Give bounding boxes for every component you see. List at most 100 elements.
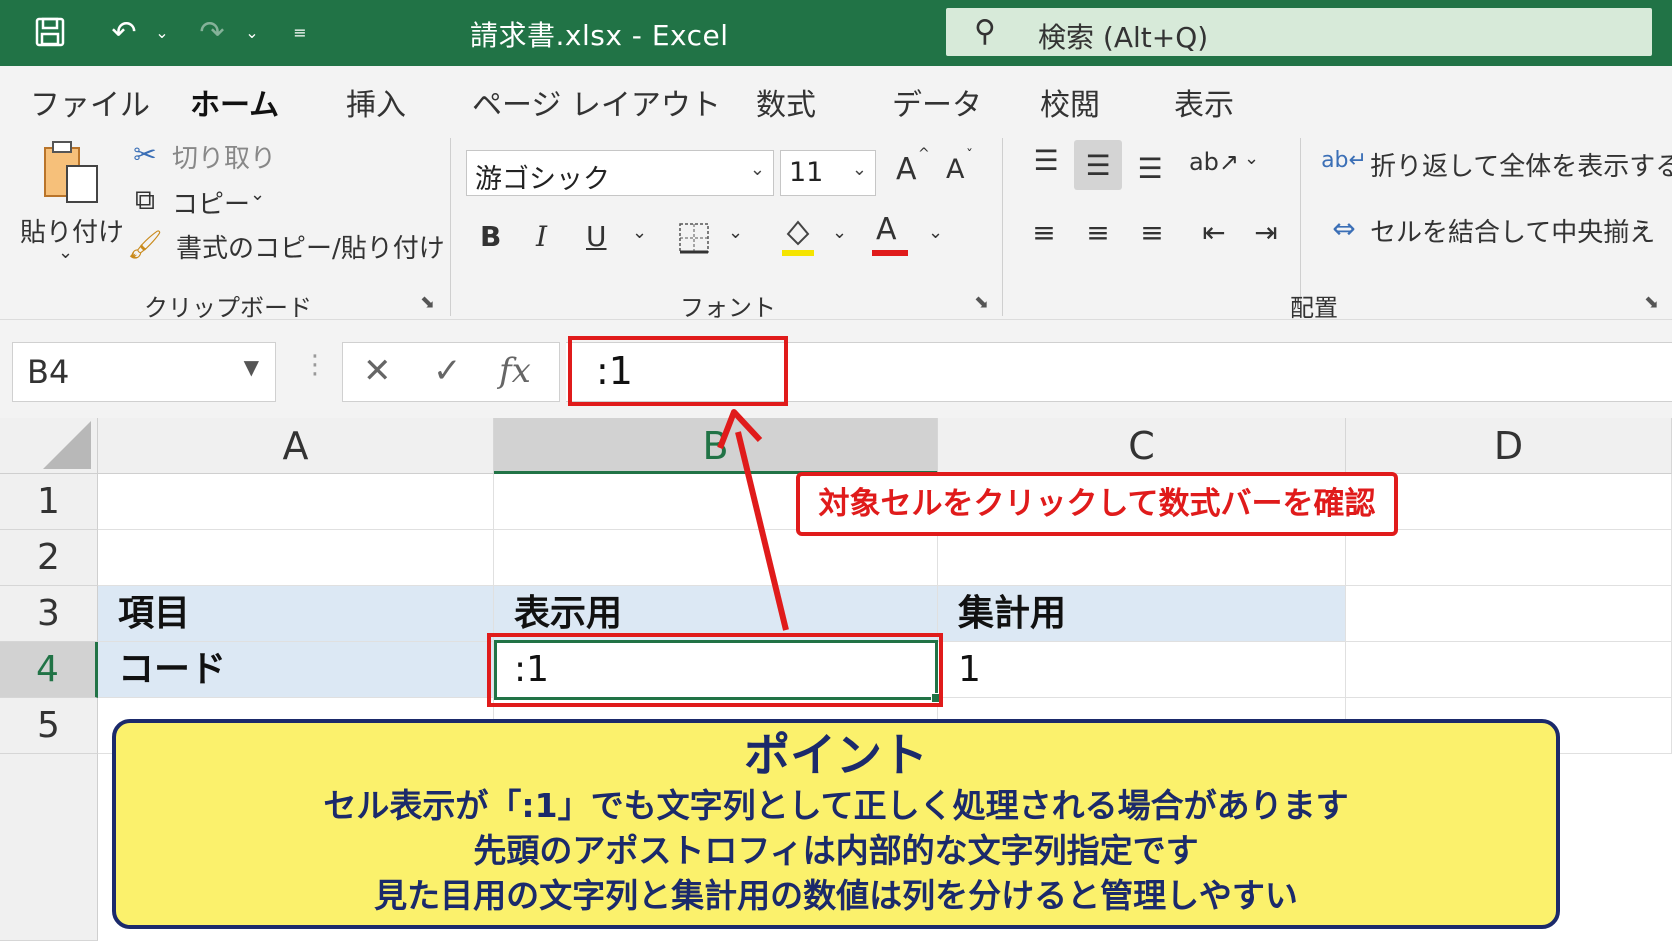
copy-button[interactable]: コピー	[172, 184, 250, 221]
column-header-a[interactable]: A	[98, 418, 494, 474]
cell-c4[interactable]: 1	[938, 642, 1346, 698]
column-header-c[interactable]: C	[938, 418, 1346, 474]
font-size-select[interactable]: 11 ⌄	[780, 150, 876, 196]
point-note: ポイント セル表示が「:1」でも文字列として正しく処理される場合があります 先頭…	[112, 719, 1560, 929]
redo-icon[interactable]: ↷	[192, 12, 232, 52]
chevron-down-icon: ▼	[243, 355, 259, 379]
redo-dropdown-icon[interactable]: ⌄	[242, 12, 262, 52]
cut-button[interactable]: 切り取り	[172, 138, 276, 175]
row-header-2[interactable]: 2	[0, 530, 98, 586]
tab-file[interactable]: ファイル	[30, 80, 150, 124]
tab-insert[interactable]: 挿入	[346, 80, 406, 124]
font-group-label: フォント	[680, 294, 776, 322]
search-icon: ⚲	[974, 14, 996, 49]
shrink-font-caret-icon: ˇ	[966, 148, 973, 164]
point-line-2: 先頭のアポストロフィは内部的な文字列指定です	[473, 831, 1199, 870]
ribbon-separator	[450, 138, 451, 316]
point-title: ポイント	[744, 728, 928, 782]
ribbon: 貼り付け ⌄ ✂ 切り取り ⧉ コピー ⌄ 🖌 書式のコピー/貼り付け クリップ…	[0, 128, 1672, 322]
fill-color-icon[interactable]	[780, 214, 816, 258]
undo-icon[interactable]: ↶	[104, 12, 144, 52]
customize-toolbar-icon[interactable]: ≡	[290, 12, 310, 52]
row-header-extra	[0, 754, 98, 941]
column-header-b[interactable]: B	[494, 418, 938, 474]
paste-dropdown-icon[interactable]: ⌄	[58, 242, 73, 263]
cell-c2[interactable]	[938, 530, 1346, 586]
grow-font-caret-icon: ^	[918, 146, 930, 162]
cell-a4[interactable]: コード	[98, 642, 494, 698]
align-top-icon[interactable]: ☰	[1026, 140, 1066, 180]
font-color-button[interactable]: A	[876, 212, 897, 247]
fill-color-dropdown-icon[interactable]: ⌄	[832, 222, 847, 243]
cell-d3[interactable]	[1346, 586, 1672, 642]
row-header-5[interactable]: 5	[0, 698, 98, 754]
decrease-indent-icon[interactable]: ⇤	[1194, 212, 1234, 252]
row-header-3[interactable]: 3	[0, 586, 98, 642]
borders-dropdown-icon[interactable]: ⌄	[728, 222, 743, 243]
tab-page-layout[interactable]: ページ レイアウト	[472, 80, 721, 124]
cell-b2[interactable]	[494, 530, 938, 586]
cell-a2[interactable]	[98, 530, 494, 586]
cell-a1[interactable]	[98, 474, 494, 530]
search-placeholder: 検索 (Alt+Q)	[1038, 21, 1209, 54]
undo-dropdown-icon[interactable]: ⌄	[152, 12, 172, 52]
grow-font-button[interactable]: A	[896, 152, 917, 187]
font-color-swatch	[872, 250, 908, 256]
paste-icon[interactable]	[36, 138, 106, 208]
formula-bar: B4 ▼ ⋮ ✕ ✓ fx :1	[0, 320, 1672, 418]
cell-a3[interactable]: 項目	[98, 586, 494, 642]
merge-center-button[interactable]: セルを結合して中央揃え	[1370, 212, 1655, 249]
align-center-icon[interactable]: ≡	[1078, 212, 1118, 252]
alignment-launcher-icon[interactable]: ⬊	[1644, 292, 1659, 313]
orientation-icon[interactable]: ab↗	[1189, 142, 1239, 182]
name-box[interactable]: B4 ▼	[12, 342, 276, 402]
copy-dropdown-icon[interactable]: ⌄	[250, 184, 265, 205]
font-name-value: 游ゴシック	[475, 164, 610, 195]
font-color-dropdown-icon[interactable]: ⌄	[928, 222, 943, 243]
tab-home[interactable]: ホーム	[190, 80, 280, 134]
chevron-down-icon: ⌄	[851, 159, 867, 180]
tab-view[interactable]: 表示	[1174, 80, 1234, 124]
italic-button[interactable]: I	[536, 220, 547, 253]
clipboard-group-label: クリップボード	[144, 294, 312, 322]
enter-icon[interactable]: ✓	[433, 351, 462, 391]
align-bottom-icon[interactable]: ☰	[1130, 148, 1170, 188]
resize-handle-icon[interactable]: ⋮	[302, 350, 328, 380]
font-launcher-icon[interactable]: ⬊	[974, 292, 989, 313]
cancel-icon[interactable]: ✕	[363, 351, 392, 391]
row-header-1[interactable]: 1	[0, 474, 98, 530]
clipboard-launcher-icon[interactable]: ⬊	[420, 292, 435, 313]
column-header-d[interactable]: D	[1346, 418, 1672, 474]
cell-c3[interactable]: 集計用	[938, 586, 1346, 642]
cell-d2[interactable]	[1346, 530, 1672, 586]
borders-icon[interactable]	[676, 218, 712, 258]
chevron-down-icon: ⌄	[749, 159, 765, 180]
align-right-icon[interactable]: ≡	[1132, 212, 1172, 252]
tab-data[interactable]: データ	[892, 80, 982, 124]
formula-highlight-box	[568, 336, 788, 406]
format-painter-button[interactable]: 書式のコピー/貼り付け	[176, 228, 445, 265]
format-painter-icon: 🖌	[127, 227, 163, 261]
underline-dropdown-icon[interactable]: ⌄	[632, 222, 647, 243]
save-icon[interactable]	[30, 12, 70, 52]
merge-center-dropdown-icon[interactable]: ⌄	[1634, 214, 1649, 235]
insert-function-button[interactable]: fx	[499, 351, 531, 391]
shrink-font-button[interactable]: A	[946, 154, 964, 185]
font-name-select[interactable]: 游ゴシック ⌄	[466, 150, 774, 196]
align-middle-icon[interactable]: ☰	[1074, 140, 1122, 190]
callout-label: 対象セルをクリックして数式バーを確認	[796, 472, 1398, 536]
wrap-text-button[interactable]: 折り返して全体を表示する	[1370, 146, 1672, 183]
underline-button[interactable]: U	[586, 220, 607, 253]
increase-indent-icon[interactable]: ⇥	[1246, 212, 1286, 252]
align-left-icon[interactable]: ≡	[1024, 212, 1064, 252]
search-box[interactable]: ⚲ 検索 (Alt+Q)	[946, 8, 1652, 56]
orientation-dropdown-icon[interactable]: ⌄	[1244, 148, 1259, 169]
ribbon-tabs: ファイル ホーム 挿入 ページ レイアウト 数式 データ 校閲 表示	[0, 66, 1672, 134]
tab-review[interactable]: 校閲	[1040, 80, 1100, 124]
bold-button[interactable]: B	[480, 220, 501, 253]
row-header-4[interactable]: 4	[0, 642, 98, 698]
select-all-button[interactable]	[0, 418, 98, 474]
document-title: 請求書.xlsx - Excel	[470, 19, 729, 52]
cell-d4[interactable]	[1346, 642, 1672, 698]
tab-formulas[interactable]: 数式	[756, 80, 816, 124]
